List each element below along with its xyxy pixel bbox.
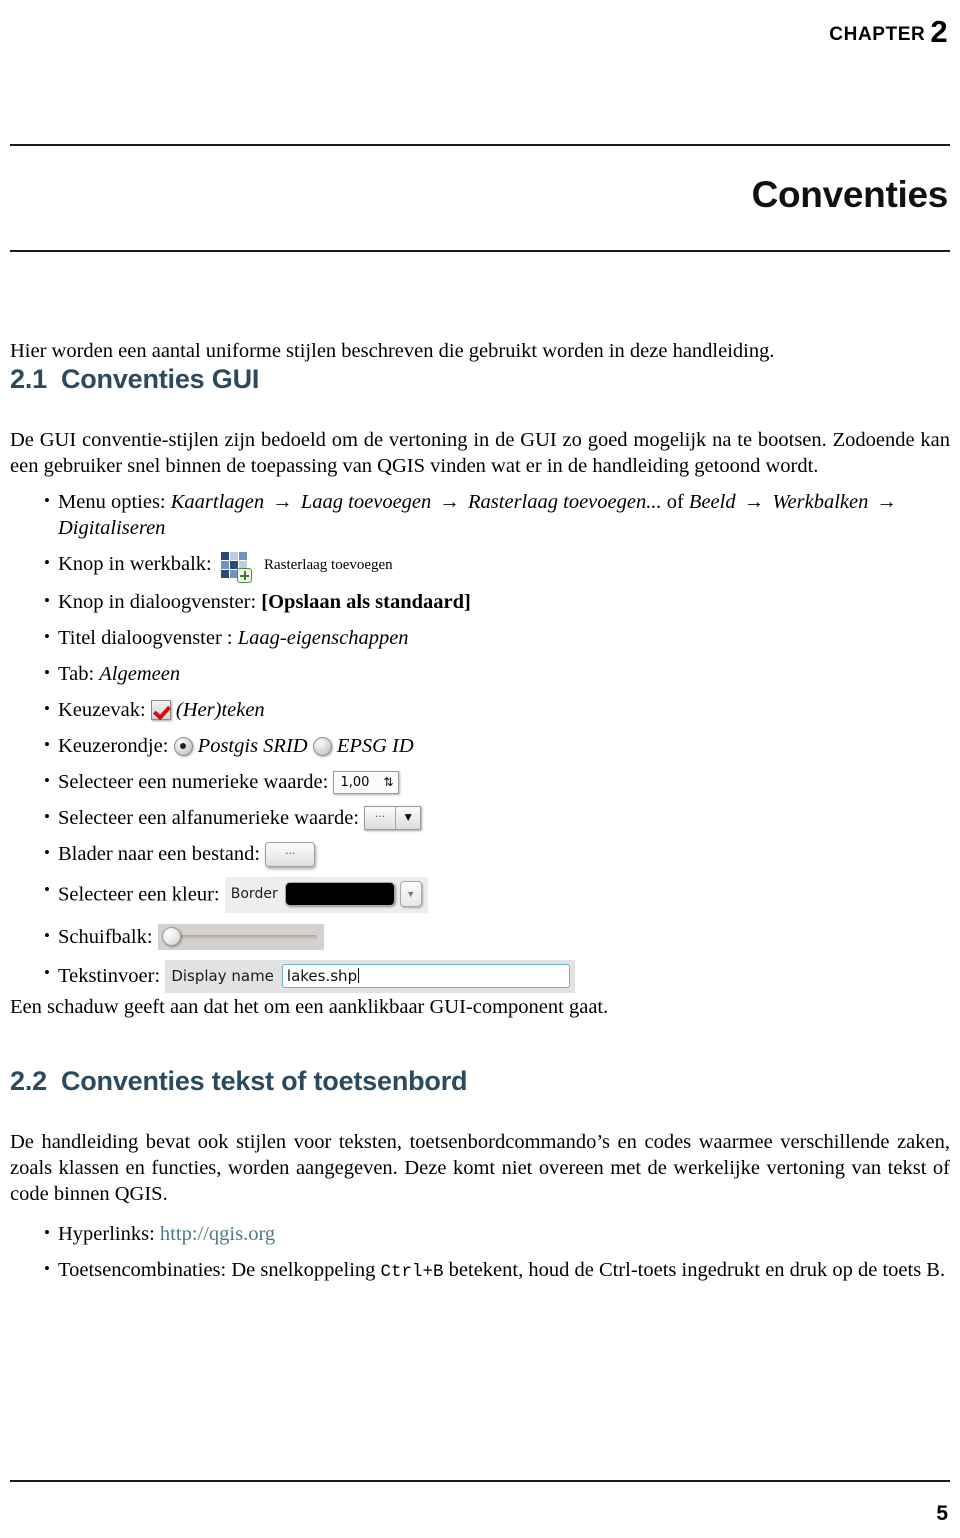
display-name-field[interactable]: lakes.shp — [281, 964, 570, 989]
slider-track[interactable] — [167, 935, 317, 940]
combobox-dots-button[interactable]: ··· — [365, 807, 397, 830]
bullet-menu-options: Menu opties: Kaartlagen → Laag toevoegen… — [10, 488, 950, 541]
dialog-button-label: Knop in dialoogvenster: — [58, 590, 257, 613]
bullet-slider: Schuifbalk: — [10, 923, 950, 951]
spinbox-label: Selecteer een numerieke waarde: — [58, 770, 329, 793]
slider-handle[interactable] — [161, 927, 181, 947]
raster-layer-add-button[interactable] — [220, 551, 252, 583]
section-title: Conventies tekst of toetsenbord — [60, 1066, 468, 1097]
bullet-toolbar-button: Knop in werkbalk: Rasterlaag toevoegen — [10, 550, 950, 583]
display-name-label: Display name — [171, 967, 274, 986]
header-divider-top — [10, 144, 950, 146]
browse-label: Blader naar een bestand: — [58, 843, 261, 866]
section-number: 2.2 — [10, 1066, 47, 1097]
numeric-spinner[interactable]: 1,00 ⇅ — [333, 770, 400, 794]
menu-path-2-item-3: Digitaliseren — [58, 517, 166, 539]
section-number: 2.1 — [10, 364, 47, 394]
arrow-icon: → — [272, 491, 293, 513]
bullet-spinbox: Selecteer een numerieke waarde: 1,00 ⇅ — [10, 768, 950, 795]
footer-divider — [10, 1480, 950, 1482]
checkbox-checked-icon[interactable] — [150, 700, 171, 721]
bullet-shortcut: Toetsencombinaties: De snelkoppeling Ctr… — [10, 1256, 950, 1285]
shadow-note-paragraph: Een schaduw geeft aan dat het om een aan… — [10, 996, 609, 1019]
chevron-down-icon[interactable]: ▼ — [399, 881, 422, 908]
alphanumeric-combobox[interactable]: ··· ▼ — [364, 806, 422, 831]
bullet-dialog-title: Titel dialoogvenster : Laag-eigenschappe… — [10, 624, 950, 651]
shortcut-keys: Ctrl+B — [380, 1262, 444, 1283]
bullet-tab: Tab: Algemeen — [10, 660, 950, 687]
display-name-value: lakes.shp — [286, 967, 358, 986]
toolbar-button-label: Knop in werkbalk: — [58, 553, 212, 575]
section-title: Conventies GUI — [60, 364, 260, 394]
radio-label: Keuzerondje: — [58, 734, 169, 757]
menu-path-1-item-2: Laag toevoegen — [300, 491, 432, 513]
bullet-browse: Blader naar een bestand: ··· — [10, 840, 950, 868]
color-widget-label: Border — [230, 886, 278, 903]
hyperlink-label: Hyperlinks: — [58, 1223, 155, 1246]
raster-button-text: Rasterlaag toevoegen — [263, 557, 393, 574]
gui-conventions-list: Menu opties: Kaartlagen → Laag toevoegen… — [10, 488, 950, 994]
menu-path-1-item-1: Kaartlagen — [170, 491, 265, 513]
tab-value: Algemeen — [99, 662, 181, 685]
chapter-header: CHAPTER 2 — [10, 0, 950, 49]
dialog-title-value: Laag-eigenschappen — [237, 626, 409, 649]
spinner-arrows-icon[interactable]: ⇅ — [383, 773, 393, 791]
browse-file-button[interactable]: ··· — [265, 842, 316, 868]
page-number: 5 — [936, 1502, 948, 1525]
menu-conjunction: of — [666, 491, 684, 513]
section-heading-2-1: 2.1 Conventies GUI — [10, 364, 950, 395]
radio-option-selected: Postgis SRID — [197, 734, 308, 757]
intro-paragraph: Hier worden een aantal uniforme stijlen … — [10, 340, 775, 362]
shortcut-text-after: betekent, houd de Ctrl-toets ingedrukt e… — [448, 1259, 946, 1282]
color-picker-label: Selecteer een kleur: — [58, 883, 220, 906]
dialog-title-label: Titel dialoogvenster : — [58, 626, 233, 649]
tab-label: Tab: — [58, 662, 95, 685]
shortcut-label: Toetsencombinaties: — [58, 1259, 227, 1282]
combobox-label: Selecteer een alfanumerieke waarde: — [58, 806, 360, 829]
header-divider-bottom — [10, 250, 950, 252]
bullet-hyperlink: Hyperlinks: http://qgis.org — [10, 1220, 950, 1247]
text-input-label: Tekstinvoer: — [58, 965, 161, 988]
text-input-widget[interactable]: Display name lakes.shp — [165, 960, 575, 994]
text-conventions-list: Hyperlinks: http://qgis.org Toetsencombi… — [10, 1220, 950, 1285]
bullet-radio: Keuzerondje: Postgis SRID EPSG ID — [10, 732, 950, 759]
checkbox-value: (Her)teken — [175, 698, 265, 721]
slider-label: Schuifbalk: — [58, 926, 153, 949]
chevron-down-icon[interactable]: ▼ — [396, 807, 420, 829]
dialog-button-value: [Opslaan als standaard] — [261, 590, 471, 613]
menu-path-2-item-1: Beeld — [688, 491, 736, 513]
bullet-dialog-button: Knop in dialoogvenster: [Opslaan als sta… — [10, 588, 950, 615]
slider-widget[interactable] — [157, 924, 324, 951]
chapter-title: Conventies — [751, 174, 949, 215]
chapter-label: CHAPTER — [829, 24, 926, 45]
arrow-icon: → — [743, 491, 765, 513]
section-2-2-paragraph: De handleiding bevat ook stijlen voor te… — [10, 1131, 950, 1206]
menu-path-1-item-3: Rasterlaag toevoegen... — [468, 491, 662, 513]
radio-unselected-icon[interactable] — [312, 736, 332, 756]
text-cursor — [358, 968, 360, 984]
checkbox-label: Keuzevak: — [58, 698, 146, 721]
menu-path-2-item-2: Werkbalken — [772, 491, 869, 513]
radio-option-unselected: EPSG ID — [336, 734, 414, 757]
qgis-url-link[interactable]: http://qgis.org — [160, 1223, 275, 1245]
arrow-icon: → — [876, 491, 897, 513]
raster-layer-add-icon — [220, 551, 252, 583]
document-page: CHAPTER 2 Conventies Hier worden een aant… — [0, 0, 960, 1538]
section-heading-2-2: 2.2 Conventies tekst of toetsenbord — [10, 1066, 950, 1097]
arrow-icon: → — [439, 491, 460, 513]
bullet-text-input: Tekstinvoer: Display name lakes.shp — [10, 960, 950, 994]
page-content: Hier worden een aantal uniforme stijlen … — [10, 338, 950, 1285]
bullet-combobox: Selecteer een alfanumerieke waarde: ···▼ — [10, 804, 950, 831]
menu-options-label: Menu opties: — [58, 491, 166, 513]
color-picker-widget[interactable]: Border ▼ — [224, 877, 428, 914]
chapter-number: 2 — [930, 14, 948, 49]
spinner-value: 1,00 — [340, 774, 370, 790]
color-swatch[interactable] — [284, 882, 395, 907]
radio-selected-icon[interactable] — [173, 736, 193, 756]
bullet-color-picker: Selecteer een kleur: Border ▼ — [10, 877, 950, 914]
bullet-checkbox: Keuzevak: (Her)teken — [10, 696, 950, 723]
plus-badge-icon — [236, 567, 252, 583]
shortcut-text-before: De snelkoppeling — [231, 1259, 376, 1282]
section-2-1-paragraph: De GUI conventie-stijlen zijn bedoeld om… — [10, 429, 950, 477]
